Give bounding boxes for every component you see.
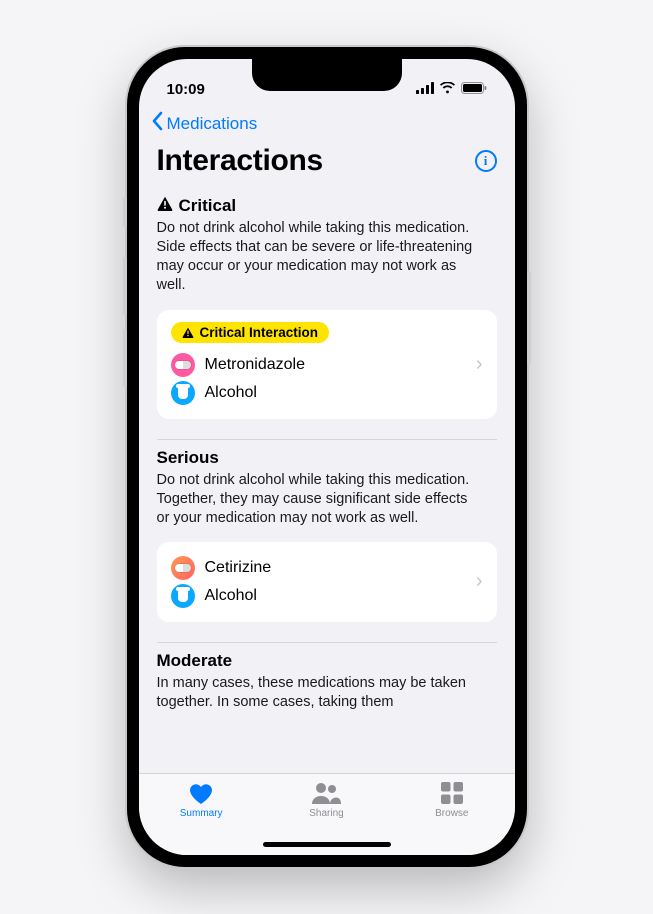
critical-badge: Critical Interaction bbox=[171, 322, 330, 343]
tab-browse[interactable]: Browse bbox=[389, 780, 514, 855]
glass-icon bbox=[171, 381, 195, 405]
tab-label: Browse bbox=[435, 808, 468, 819]
medication-row: Cetirizine bbox=[171, 554, 476, 582]
tab-label: Sharing bbox=[309, 808, 343, 819]
chevron-right-icon: › bbox=[476, 570, 483, 593]
section-heading: Serious bbox=[157, 448, 219, 468]
section-description: Do not drink alcohol while taking this m… bbox=[157, 471, 497, 528]
status-indicators bbox=[416, 81, 487, 98]
medication-name: Alcohol bbox=[205, 384, 257, 402]
volume-up bbox=[123, 257, 127, 315]
phone-frame: 10:09 Medications Interactions bbox=[127, 47, 527, 867]
section-critical: Critical Do not drink alcohol while taki… bbox=[157, 188, 497, 440]
power-button bbox=[527, 272, 531, 364]
chevron-right-icon: › bbox=[476, 353, 483, 376]
tab-bar: Summary Sharing Browse bbox=[139, 773, 515, 855]
notch bbox=[252, 59, 402, 91]
section-heading: Moderate bbox=[157, 651, 233, 671]
glass-icon bbox=[171, 584, 195, 608]
pill-icon bbox=[171, 353, 195, 377]
tab-label: Summary bbox=[180, 808, 223, 819]
medication-name: Alcohol bbox=[205, 587, 257, 605]
info-button[interactable]: i bbox=[475, 150, 497, 172]
status-time: 10:09 bbox=[167, 81, 205, 98]
info-icon: i bbox=[484, 153, 488, 169]
grid-icon bbox=[441, 780, 463, 806]
chevron-left-icon bbox=[151, 111, 163, 136]
section-moderate: Moderate In many cases, these medication… bbox=[157, 643, 497, 712]
medication-name: Cetirizine bbox=[205, 559, 272, 577]
medication-name: Metronidazole bbox=[205, 356, 306, 374]
home-indicator[interactable] bbox=[263, 842, 391, 847]
wifi-icon bbox=[439, 81, 456, 98]
content: Interactions i Critical Do not drink alc… bbox=[139, 142, 515, 794]
nav-back[interactable]: Medications bbox=[139, 107, 515, 142]
volume-down bbox=[123, 329, 127, 387]
medication-row: Alcohol bbox=[171, 582, 476, 610]
page-title: Interactions bbox=[157, 144, 323, 178]
medication-row: Metronidazole bbox=[171, 351, 476, 379]
heart-icon bbox=[188, 780, 214, 806]
cellular-icon bbox=[416, 81, 434, 98]
interaction-card[interactable]: Cetirizine Alcohol › bbox=[157, 542, 497, 622]
section-serious: Serious Do not drink alcohol while takin… bbox=[157, 440, 497, 643]
medication-row: Alcohol bbox=[171, 379, 476, 407]
warning-icon bbox=[157, 196, 173, 216]
mute-switch bbox=[123, 197, 127, 227]
section-description: In many cases, these medications may be … bbox=[157, 674, 497, 712]
interaction-card[interactable]: Critical Interaction Metronidazole Alcoh… bbox=[157, 310, 497, 419]
section-description: Do not drink alcohol while taking this m… bbox=[157, 219, 497, 296]
battery-icon bbox=[461, 81, 487, 98]
section-heading: Critical bbox=[179, 196, 237, 216]
people-icon bbox=[310, 780, 342, 806]
nav-back-label: Medications bbox=[167, 114, 258, 134]
badge-label: Critical Interaction bbox=[200, 325, 319, 340]
pill-icon bbox=[171, 556, 195, 580]
screen: 10:09 Medications Interactions bbox=[139, 59, 515, 855]
tab-summary[interactable]: Summary bbox=[139, 780, 264, 855]
